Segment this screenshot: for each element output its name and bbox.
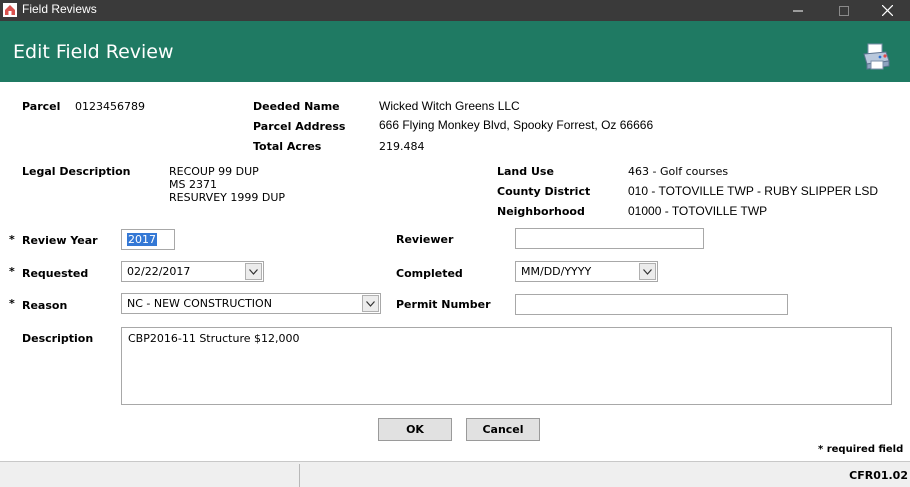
description-value: CBP2016-11 Structure $12,000: [128, 332, 300, 345]
neighborhood-value: 01000 - TOTOVILLE TWP: [628, 204, 768, 218]
page-title: Edit Field Review: [13, 41, 174, 63]
deeded-name-label: Deeded Name: [253, 100, 340, 113]
window-title: Field Reviews: [22, 2, 97, 16]
status-bar: CFR01.02: [0, 461, 910, 487]
total-acres-label: Total Acres: [253, 140, 322, 153]
land-use-value: 463 - Golf courses: [628, 165, 729, 178]
reason-label: Reason: [22, 299, 68, 312]
home-icon: [3, 3, 17, 17]
requested-dropdown-button[interactable]: [245, 263, 262, 280]
completed-label: Completed: [396, 267, 463, 280]
completed-value: MM/DD/YYYY: [521, 265, 592, 278]
status-divider: [299, 464, 300, 487]
ok-button[interactable]: OK: [378, 418, 452, 441]
reason-value: NC - NEW CONSTRUCTION: [127, 297, 272, 310]
deeded-name-value: Wicked Witch Greens LLC: [379, 99, 520, 113]
required-marker: *: [9, 265, 15, 278]
completed-date-picker[interactable]: MM/DD/YYYY: [515, 261, 658, 282]
close-icon: [881, 5, 893, 16]
review-year-value: 2017: [127, 233, 157, 246]
reason-select[interactable]: NC - NEW CONSTRUCTION: [121, 293, 381, 314]
land-use-label: Land Use: [497, 165, 554, 178]
parcel-address-value: 666 Flying Monkey Blvd, Spooky Forrest, …: [379, 118, 654, 132]
requested-date-picker[interactable]: 02/22/2017: [121, 261, 264, 282]
parcel-value: 0123456789: [75, 100, 145, 113]
legal-description-line: RESURVEY 1999 DUP: [169, 191, 286, 204]
cancel-button[interactable]: Cancel: [466, 418, 540, 441]
screen-code: CFR01.02: [849, 469, 908, 482]
print-icon[interactable]: [860, 41, 892, 73]
required-marker: *: [9, 297, 15, 310]
legal-description-line: RECOUP 99 DUP: [169, 165, 259, 178]
parcel-address-label: Parcel Address: [253, 120, 346, 133]
parcel-label: Parcel: [22, 100, 61, 113]
close-button[interactable]: [864, 0, 910, 21]
required-field-note: * required field: [818, 444, 904, 455]
chevron-down-icon: [366, 300, 375, 307]
legal-description-label: Legal Description: [22, 165, 131, 178]
county-district-label: County District: [497, 185, 591, 198]
permit-number-input[interactable]: [515, 294, 788, 315]
review-year-label: Review Year: [22, 234, 98, 247]
neighborhood-label: Neighborhood: [497, 205, 585, 218]
description-textarea[interactable]: CBP2016-11 Structure $12,000: [121, 327, 892, 405]
minimize-icon: [793, 10, 803, 11]
review-year-input[interactable]: 2017: [121, 229, 175, 250]
requested-label: Requested: [22, 267, 89, 280]
reason-dropdown-button[interactable]: [362, 295, 379, 312]
required-marker: *: [9, 233, 15, 246]
window-titlebar: Field Reviews: [0, 0, 910, 21]
total-acres-value: 219.484: [379, 140, 425, 153]
requested-value: 02/22/2017: [127, 265, 191, 278]
minimize-button[interactable]: [775, 0, 821, 21]
maximize-button[interactable]: [821, 0, 867, 21]
county-district-value: 010 - TOTOVILLE TWP - RUBY SLIPPER LSD: [628, 184, 879, 198]
reviewer-input[interactable]: [515, 228, 704, 249]
permit-number-label: Permit Number: [396, 298, 491, 311]
maximize-icon: [839, 5, 849, 16]
chevron-down-icon: [249, 268, 258, 275]
chevron-down-icon: [643, 268, 652, 275]
description-label: Description: [22, 332, 94, 345]
completed-dropdown-button[interactable]: [639, 263, 656, 280]
legal-description-line: MS 2371: [169, 178, 217, 191]
page-header: Edit Field Review: [0, 21, 910, 82]
reviewer-label: Reviewer: [396, 233, 454, 246]
